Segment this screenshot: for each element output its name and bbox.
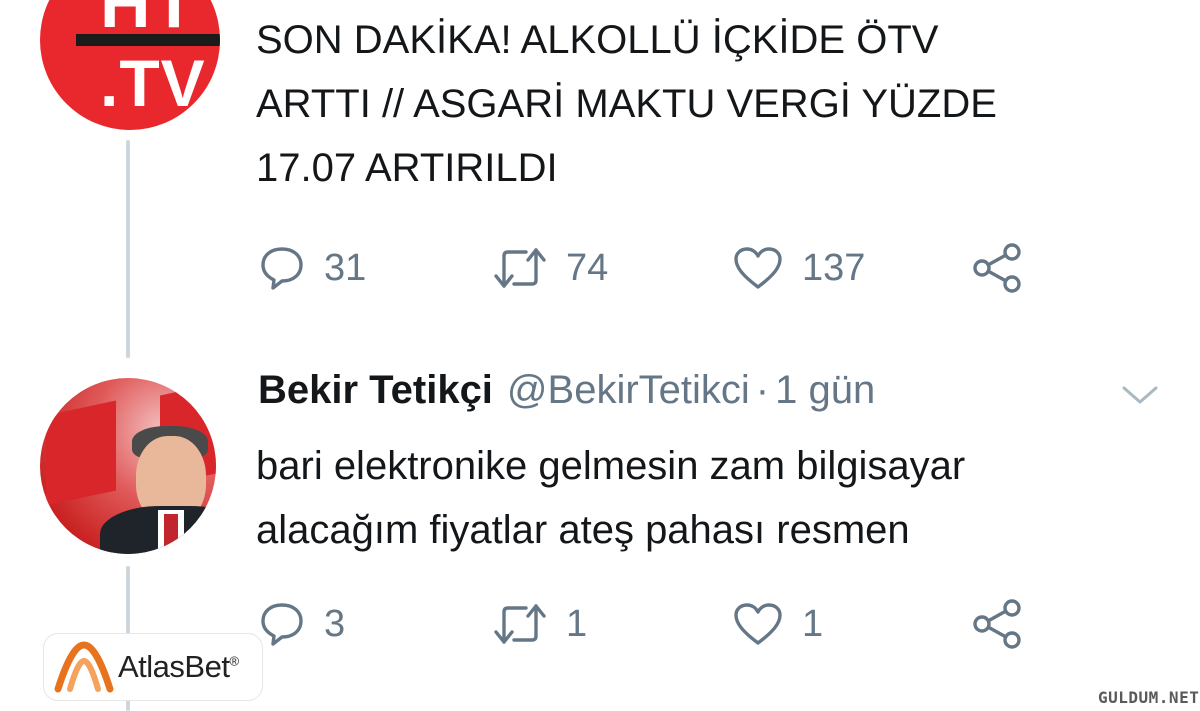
thread-line — [126, 140, 130, 358]
share-icon — [973, 243, 1021, 293]
retweet-button[interactable]: 1 — [492, 594, 587, 654]
retweet-icon — [494, 604, 546, 644]
avatar[interactable] — [40, 378, 216, 554]
share-icon — [973, 599, 1021, 649]
timestamp[interactable]: 1 gün — [775, 368, 875, 413]
avatar-tie — [164, 514, 178, 554]
display-name[interactable]: Bekir Tetikçi — [258, 368, 493, 413]
reply-count: 3 — [324, 602, 346, 645]
reply-icon — [261, 247, 303, 290]
avatar-logo-text: .TV — [100, 46, 206, 120]
atlasbet-logo-icon — [54, 641, 114, 693]
avatar-logo-bar — [76, 34, 220, 46]
tweet-text: bari elektronike gelmesin zam bilgisayar… — [256, 434, 965, 562]
tweet-text-line: alacağım fiyatlar ateş pahası resmen — [256, 508, 910, 552]
like-icon — [734, 247, 782, 289]
share-button[interactable] — [970, 594, 1024, 654]
reply-button[interactable]: 31 — [258, 238, 366, 298]
tweet-text-line: SON DAKİKA! ALKOLLÜ İÇKİDE ÖTV — [256, 18, 939, 62]
atlasbet-logo: AtlasBet® — [44, 634, 262, 700]
avatar-flag — [46, 400, 116, 506]
like-count: 1 — [802, 602, 824, 645]
reply-button[interactable]: 3 — [258, 594, 345, 654]
reply-icon — [261, 603, 303, 646]
tweet-text-line: 17.07 ARTIRILDI — [256, 146, 558, 190]
separator: · — [755, 368, 770, 412]
tweet-text-line: bari elektronike gelmesin zam bilgisayar — [256, 444, 966, 488]
like-button[interactable]: 137 — [732, 238, 865, 298]
retweet-button[interactable]: 74 — [492, 238, 608, 298]
retweet-icon — [494, 248, 546, 288]
share-button[interactable] — [970, 238, 1024, 298]
like-icon — [734, 603, 782, 645]
tweet-header: Bekir Tetikçi @BekirTetikci · 1 gün — [258, 368, 875, 428]
reply-count: 31 — [324, 246, 367, 289]
watermark: GULDUM.NET — [1098, 688, 1200, 707]
like-button[interactable]: 1 — [732, 594, 823, 654]
avatar[interactable]: HT .TV — [40, 0, 220, 130]
chevron-down-icon[interactable] — [1118, 380, 1162, 410]
username[interactable]: @BekirTetikci — [507, 368, 750, 413]
avatar-logo-text: HT — [100, 0, 198, 42]
like-count: 137 — [802, 246, 866, 289]
retweet-count: 1 — [566, 602, 588, 645]
retweet-count: 74 — [566, 246, 609, 289]
logo-brand-text: AtlasBet® — [118, 649, 239, 684]
tweet-text: SON DAKİKA! ALKOLLÜ İÇKİDE ÖTV ARTTI // … — [256, 8, 997, 200]
tweet-text-line: ARTTI // ASGARİ MAKTU VERGİ YÜZDE — [256, 82, 997, 126]
